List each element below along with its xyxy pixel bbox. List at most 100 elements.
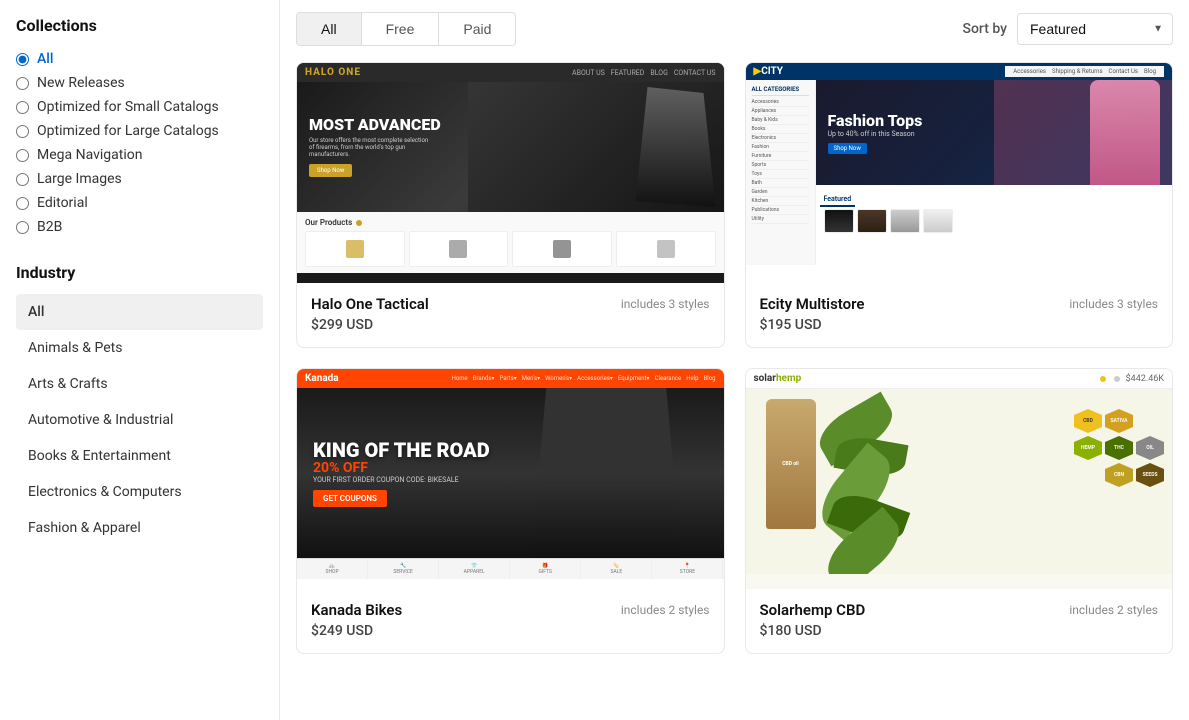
halo-product-item-1 xyxy=(305,231,405,267)
collection-item-optimized-small[interactable]: Optimized for Small Catalogs xyxy=(16,95,263,119)
product-meta-hemp: Solarhemp CBD includes 2 styles xyxy=(760,601,1159,619)
ecity-sidebar-item-2: Appliances xyxy=(752,107,809,116)
halo-hero-text: MOST ADVANCED Our store offers the most … xyxy=(309,117,441,177)
halo-hero: MOST ADVANCED Our store offers the most … xyxy=(297,82,724,212)
product-name-halo-one: Halo One Tactical xyxy=(311,295,429,313)
collection-item-b2b[interactable]: B2B xyxy=(16,215,263,239)
collection-item-all[interactable]: All xyxy=(16,47,263,71)
industry-item-books[interactable]: Books & Entertainment xyxy=(16,438,263,474)
products-grid: HALO ONE ABOUT US FEATURED BLOG CONTACT … xyxy=(296,62,1173,654)
industry-item-animals-pets[interactable]: Animals & Pets xyxy=(16,330,263,366)
product-name-hemp: Solarhemp CBD xyxy=(760,601,866,619)
product-info-kanada: Kanada Bikes includes 2 styles $249 USD xyxy=(297,589,724,653)
halo-header: HALO ONE ABOUT US FEATURED BLOG CONTACT … xyxy=(297,63,724,82)
product-image-hemp: solarhemp $442.46K CBD oil xyxy=(746,369,1173,589)
hex-spacer-2 xyxy=(1074,463,1102,487)
halo-products-title: Our Products xyxy=(305,218,716,227)
collection-radio-all[interactable] xyxy=(16,53,29,66)
collection-radio-optimized-small[interactable] xyxy=(16,101,29,114)
hemp-preview: solarhemp $442.46K CBD oil xyxy=(746,369,1173,589)
ecity-thumb-shoes xyxy=(890,209,920,233)
ecity-sidebar-item-1: Accessories xyxy=(752,98,809,107)
ecity-logo: ▶CITY xyxy=(754,66,784,77)
kanada-icon-item-6: 📍STORE xyxy=(652,559,723,579)
collection-radio-new-releases[interactable] xyxy=(16,77,29,90)
kanada-footer-icons: 🚲SHOP 🔧SERVICE 👕APPAREL 🎁GIFTS 🏷️SALE 📍S… xyxy=(297,558,724,579)
sort-area: Sort by Featured Best Selling Price: Low… xyxy=(962,13,1173,45)
kanada-nav: Home Brands▾ Parts▾ Men's▾ Women's▾ Acce… xyxy=(452,375,716,382)
halo-soldier-decoration xyxy=(468,82,724,212)
ecity-thumb-phone xyxy=(824,209,854,233)
hex-2: SATIVA xyxy=(1105,409,1133,433)
leaf-icon xyxy=(355,219,363,227)
ecity-sidebar-item-7: Furniture xyxy=(752,152,809,161)
ecity-sidebar-item-13: Publications xyxy=(752,206,809,215)
ecity-thumb-jacket xyxy=(857,209,887,233)
kanada-icon-item-3: 👕APPAREL xyxy=(439,559,510,579)
product-image-kanada: Kanada Home Brands▾ Parts▾ Men's▾ Women'… xyxy=(297,369,724,589)
hemp-plant-decoration xyxy=(806,389,926,574)
collection-item-large-images[interactable]: Large Images xyxy=(16,167,263,191)
collection-item-mega-navigation[interactable]: Mega Navigation xyxy=(16,143,263,167)
hemp-header-icons: $442.46K xyxy=(1098,374,1164,384)
collections-section: Collections All New Releases Optimized f… xyxy=(16,16,263,239)
filter-tab-all[interactable]: All xyxy=(297,13,362,45)
collection-item-editorial[interactable]: Editorial xyxy=(16,191,263,215)
ecity-nav: Accessories Shipping & Returns Contact U… xyxy=(1005,66,1164,77)
moon-icon xyxy=(1112,374,1122,384)
sidebar: Collections All New Releases Optimized f… xyxy=(0,0,280,720)
collection-radio-editorial[interactable] xyxy=(16,197,29,210)
halo-products-grid xyxy=(305,231,716,267)
product-price-hemp: $180 USD xyxy=(760,623,1159,639)
ecity-banner-text: Fashion Tops Up to 40% off in this Seaso… xyxy=(816,99,935,166)
hemp-bottle-label: CBD oil xyxy=(782,461,798,467)
collection-radio-large-images[interactable] xyxy=(16,173,29,186)
industry-item-automotive[interactable]: Automotive & Industrial xyxy=(16,402,263,438)
hemp-header: solarhemp $442.46K xyxy=(746,369,1173,389)
ecity-sidebar-item-6: Fashion xyxy=(752,143,809,152)
kanada-biker-area xyxy=(489,388,724,558)
ecity-thumbs xyxy=(820,207,1169,235)
industry-item-arts-crafts[interactable]: Arts & Crafts xyxy=(16,366,263,402)
industry-item-fashion[interactable]: Fashion & Apparel xyxy=(16,510,263,546)
collections-title: Collections xyxy=(16,16,263,35)
hemp-logo: solarhemp xyxy=(754,373,802,384)
ecity-banner-model-area xyxy=(994,80,1172,185)
ecity-sidebar: ALL CATEGORIES Accessories Appliances Ba… xyxy=(746,80,816,265)
filter-tabs: All Free Paid xyxy=(296,12,516,46)
halo-logo: HALO ONE xyxy=(305,67,361,78)
product-meta-halo-one: Halo One Tactical includes 3 styles xyxy=(311,295,710,313)
filter-tab-paid[interactable]: Paid xyxy=(439,13,515,45)
product-price-ecity: $195 USD xyxy=(760,317,1159,333)
product-card-hemp[interactable]: solarhemp $442.46K CBD oil xyxy=(745,368,1174,654)
hemp-hexagons: CBD SATIVA HEMP THC OIL CBN SEEDS xyxy=(1074,409,1164,487)
halo-product-item-2 xyxy=(409,231,509,267)
halo-nav: ABOUT US FEATURED BLOG CONTACT US xyxy=(572,69,715,77)
product-info-hemp: Solarhemp CBD includes 2 styles $180 USD xyxy=(746,589,1173,653)
filter-tab-free[interactable]: Free xyxy=(362,13,440,45)
collection-item-optimized-large[interactable]: Optimized for Large Catalogs xyxy=(16,119,263,143)
ecity-sidebar-item-3: Baby & Kids xyxy=(752,116,809,125)
collection-radio-optimized-large[interactable] xyxy=(16,125,29,138)
product-includes-halo-one: includes 3 styles xyxy=(621,297,710,311)
kanada-icon-item-2: 🔧SERVICE xyxy=(368,559,439,579)
industry-item-all[interactable]: All xyxy=(16,294,263,330)
halo-product-item-4 xyxy=(616,231,716,267)
kanada-hero-text: KING OF THE ROAD 20% OFF YOUR FIRST ORDE… xyxy=(297,424,506,523)
collection-radio-mega-navigation[interactable] xyxy=(16,149,29,162)
collection-radio-b2b[interactable] xyxy=(16,221,29,234)
ecity-content: Fashion Tops Up to 40% off in this Seaso… xyxy=(816,80,1173,265)
hex-7: SEEDS xyxy=(1136,463,1164,487)
product-meta-ecity: Ecity Multistore includes 3 styles xyxy=(760,295,1159,313)
product-card-ecity[interactable]: ▶CITY Accessories Shipping & Returns Con… xyxy=(745,62,1174,348)
industry-title: Industry xyxy=(16,263,263,282)
product-name-ecity: Ecity Multistore xyxy=(760,295,865,313)
product-card-kanada[interactable]: Kanada Home Brands▾ Parts▾ Men's▾ Women'… xyxy=(296,368,725,654)
product-card-halo-one[interactable]: HALO ONE ABOUT US FEATURED BLOG CONTACT … xyxy=(296,62,725,348)
ecity-sidebar-item-10: Bath xyxy=(752,179,809,188)
product-image-ecity: ▶CITY Accessories Shipping & Returns Con… xyxy=(746,63,1173,283)
industry-item-electronics[interactable]: Electronics & Computers xyxy=(16,474,263,510)
ecity-header: ▶CITY Accessories Shipping & Returns Con… xyxy=(746,63,1173,80)
sort-select[interactable]: Featured Best Selling Price: Low to High… xyxy=(1017,13,1173,45)
collection-item-new-releases[interactable]: New Releases xyxy=(16,71,263,95)
